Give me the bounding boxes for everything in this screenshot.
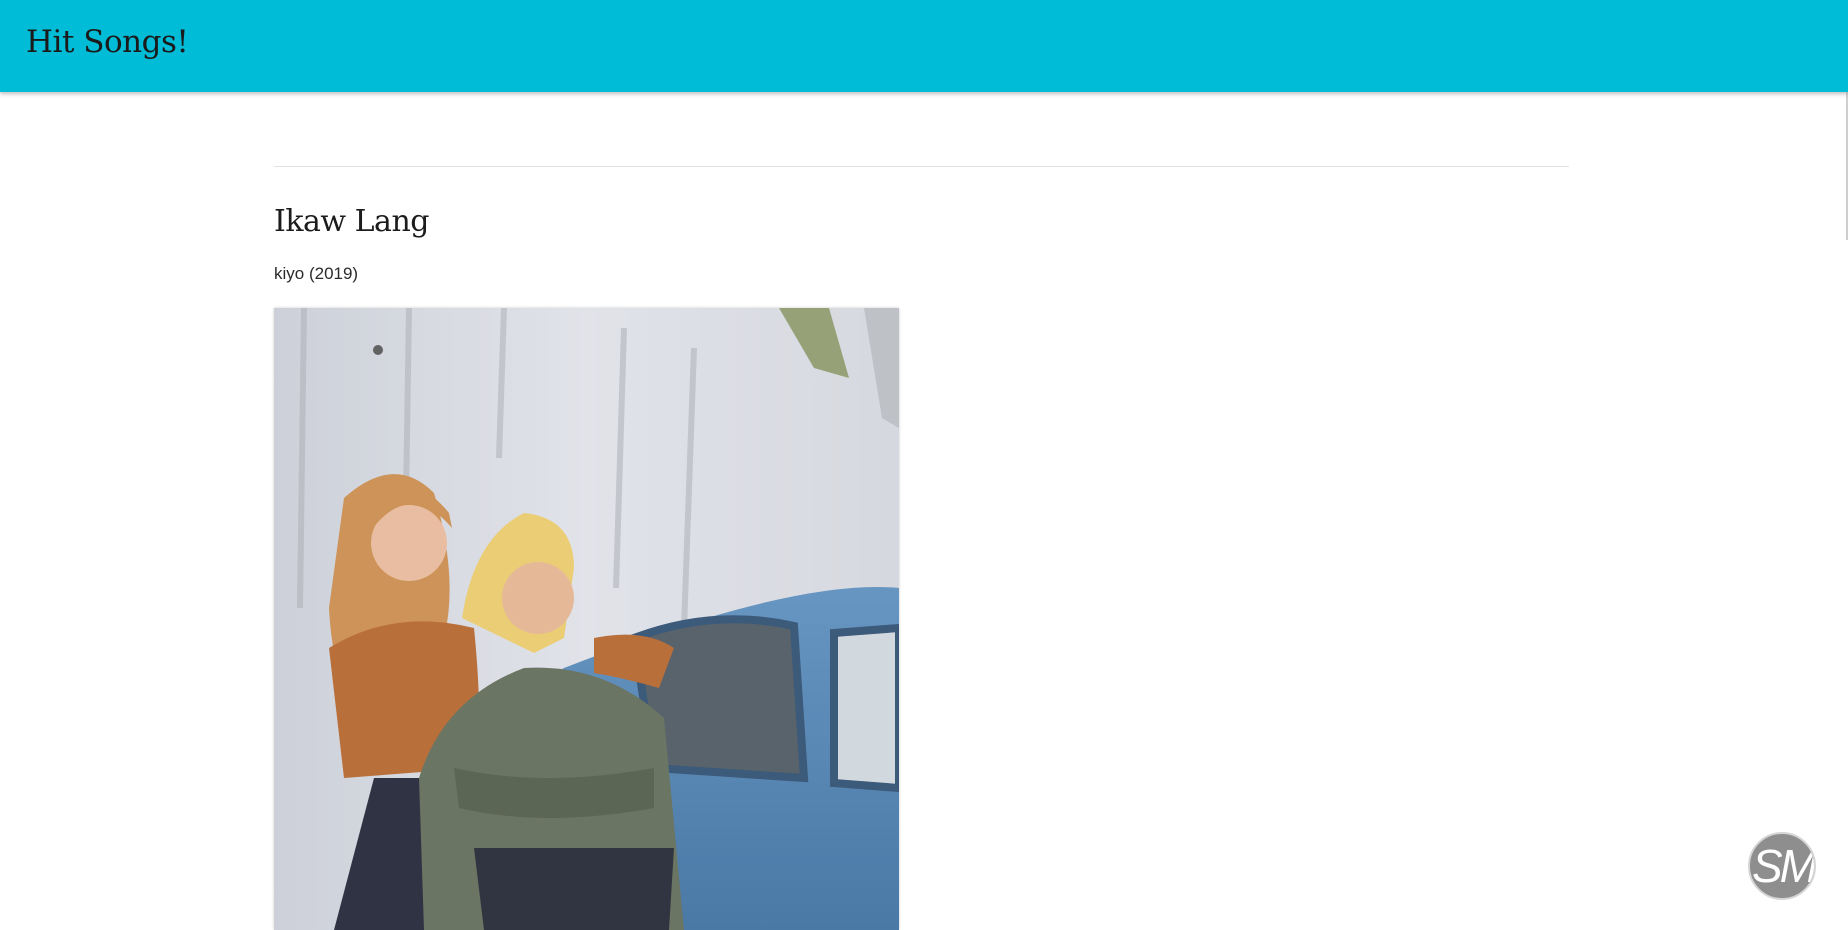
song-artist-year: kiyo (2019) bbox=[274, 264, 359, 283]
song-title: Ikaw Lang bbox=[274, 204, 429, 239]
album-cover-image bbox=[274, 308, 899, 930]
top-app-bar: Hit Songs! bbox=[0, 0, 1848, 92]
site-title[interactable]: Hit Songs! bbox=[26, 24, 189, 60]
user-avatar[interactable]: SM bbox=[1748, 832, 1816, 900]
divider bbox=[274, 166, 1569, 167]
